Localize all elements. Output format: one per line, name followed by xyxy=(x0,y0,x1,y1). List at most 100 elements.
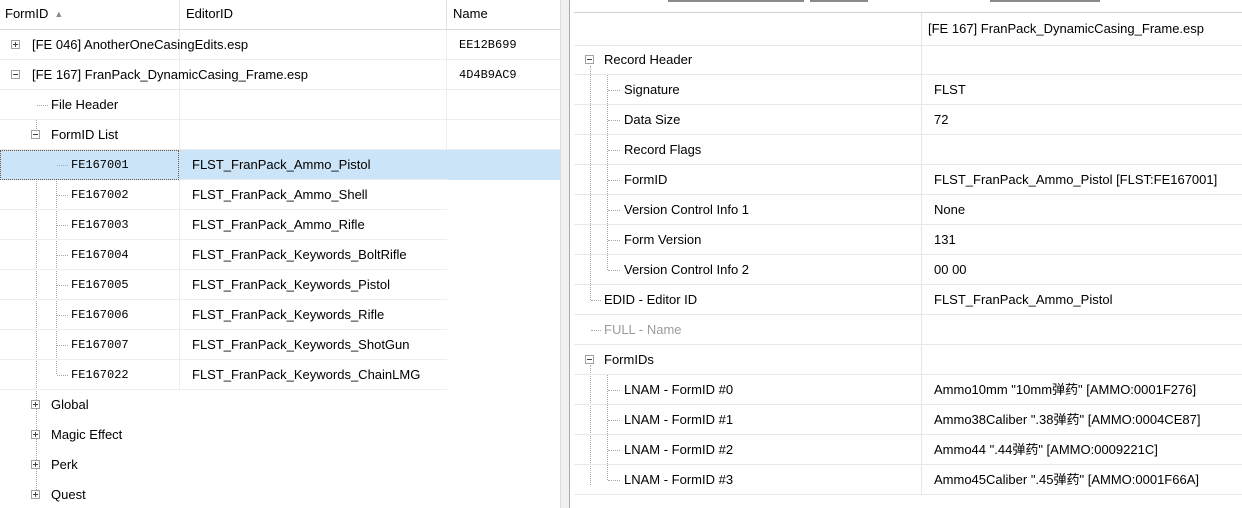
pane-splitter[interactable] xyxy=(560,0,570,508)
group-label: FormID List xyxy=(51,127,119,142)
field-label: Data Size xyxy=(624,112,681,127)
tree-line xyxy=(57,315,68,316)
field-value[interactable]: 131 xyxy=(934,225,956,255)
field-label: LNAM - FormID #0 xyxy=(624,382,734,397)
record-formid: FE167007 xyxy=(71,338,129,352)
field-value[interactable]: Ammo38Caliber ".38弹药" [AMMO:0004CE87] xyxy=(934,405,1200,435)
tree-row-record[interactable]: FE167003 FLST_FranPack_Ammo_Rifle xyxy=(0,210,560,240)
tree-row-record[interactable]: FE167022 FLST_FranPack_Keywords_ChainLMG xyxy=(0,360,560,390)
tree-line xyxy=(57,165,68,166)
field-row-version-control-2[interactable]: Version Control Info 2 00 00 xyxy=(574,255,1242,285)
column-header-formid[interactable]: FormID ▲ xyxy=(0,0,180,29)
record-editorid: FLST_FranPack_Keywords_ChainLMG xyxy=(192,367,421,382)
record-formid: FE167022 xyxy=(71,368,129,382)
expand-plus-icon[interactable] xyxy=(11,40,20,49)
tree-row-record-selected[interactable]: FE167001 FLST_FranPack_Ammo_Pistol xyxy=(0,150,560,180)
field-value[interactable]: Ammo10mm "10mm弹药" [AMMO:0001F276] xyxy=(934,375,1196,405)
field-row-data-size[interactable]: Data Size 72 xyxy=(574,105,1242,135)
field-row-lnam[interactable]: LNAM - FormID #1 Ammo38Caliber ".38弹药" [… xyxy=(574,405,1242,435)
field-value[interactable]: None xyxy=(934,195,965,225)
tree-line xyxy=(608,480,620,481)
record-editorid: FLST_FranPack_Ammo_Rifle xyxy=(192,217,365,232)
tree-row-record[interactable]: FE167006 FLST_FranPack_Keywords_Rifle xyxy=(0,300,560,330)
expand-plus-icon[interactable] xyxy=(31,490,40,499)
record-view-pane[interactable]: [FE 167] FranPack_DynamicCasing_Frame.es… xyxy=(570,0,1242,508)
field-label: Version Control Info 1 xyxy=(624,202,750,217)
field-row-full-name[interactable]: FULL - Name xyxy=(574,315,1242,345)
tree-row-record[interactable]: FE167005 FLST_FranPack_Keywords_Pistol xyxy=(0,270,560,300)
tree-line xyxy=(608,390,620,391)
field-row-formid[interactable]: FormID FLST_FranPack_Ammo_Pistol [FLST:F… xyxy=(574,165,1242,195)
field-row-version-control-1[interactable]: Version Control Info 1 None xyxy=(574,195,1242,225)
field-row-lnam[interactable]: LNAM - FormID #3 Ammo45Caliber ".45弹药" [… xyxy=(574,465,1242,495)
collapse-minus-icon[interactable] xyxy=(585,355,594,364)
column-header-name[interactable]: Name xyxy=(447,0,560,29)
record-editorid: FLST_FranPack_Keywords_Rifle xyxy=(192,307,385,322)
collapse-minus-icon[interactable] xyxy=(585,55,594,64)
tree-row-record[interactable]: FE167007 FLST_FranPack_Keywords_ShotGun xyxy=(0,330,560,360)
column-header-editorid[interactable]: EditorID xyxy=(180,0,447,29)
field-row-signature[interactable]: Signature FLST xyxy=(574,75,1242,105)
record-editorid: FLST_FranPack_Keywords_BoltRifle xyxy=(192,247,407,262)
field-row-lnam[interactable]: LNAM - FormID #2 Ammo44 ".44弹药" [AMMO:00… xyxy=(574,435,1242,465)
tree-line xyxy=(608,450,620,451)
collapse-minus-icon[interactable] xyxy=(31,130,40,139)
tree-line xyxy=(57,285,68,286)
field-row-record-flags[interactable]: Record Flags xyxy=(574,135,1242,165)
field-label: EDID - Editor ID xyxy=(604,292,698,307)
tree-row-group-global[interactable]: Global xyxy=(0,390,560,420)
record-tree-pane[interactable]: FormID ▲ EditorID Name [FE 046] AnotherOn… xyxy=(0,0,560,508)
record-formid: FE167006 xyxy=(71,308,129,322)
expand-plus-icon[interactable] xyxy=(31,460,40,469)
tree-line xyxy=(608,240,620,241)
field-value[interactable]: Ammo45Caliber ".45弹药" [AMMO:0001F66A] xyxy=(934,465,1199,495)
record-formid: FE167002 xyxy=(71,188,129,202)
expand-plus-icon[interactable] xyxy=(31,430,40,439)
tree-row-group-magic-effect[interactable]: Magic Effect xyxy=(0,420,560,450)
field-value[interactable]: FLST xyxy=(934,75,966,105)
field-label: LNAM - FormID #1 xyxy=(624,412,734,427)
tree-line xyxy=(608,120,620,121)
plugin-label: [FE 167] FranPack_DynamicCasing_Frame.es… xyxy=(32,67,309,82)
tree-row-plugin[interactable]: [FE 046] AnotherOneCasingEdits.esp EE12B… xyxy=(0,30,560,60)
record-header-row[interactable]: Record Header xyxy=(574,45,1242,75)
field-row-lnam[interactable]: LNAM - FormID #0 Ammo10mm "10mm弹药" [AMMO… xyxy=(574,375,1242,405)
tree-line xyxy=(57,255,68,256)
tree-row-record[interactable]: FE167004 FLST_FranPack_Keywords_BoltRifl… xyxy=(0,240,560,270)
tree-row-file-header[interactable]: File Header xyxy=(0,90,560,120)
field-label: Signature xyxy=(624,82,680,97)
tree-line xyxy=(57,375,68,376)
tab-edge[interactable] xyxy=(668,0,804,2)
field-label: LNAM - FormID #2 xyxy=(624,442,734,457)
tree-line xyxy=(37,105,48,106)
tab-edge[interactable] xyxy=(990,0,1100,2)
collapse-minus-icon[interactable] xyxy=(11,70,20,79)
formids-group-row[interactable]: FormIDs xyxy=(574,345,1242,375)
tree-column-header: FormID ▲ EditorID Name xyxy=(0,0,560,30)
field-value[interactable]: FLST_FranPack_Ammo_Pistol xyxy=(934,285,1112,315)
field-value[interactable]: FLST_FranPack_Ammo_Pistol [FLST:FE167001… xyxy=(934,165,1217,195)
field-value[interactable]: Ammo44 ".44弹药" [AMMO:0009221C] xyxy=(934,435,1158,465)
field-row-edid[interactable]: EDID - Editor ID FLST_FranPack_Ammo_Pist… xyxy=(574,285,1242,315)
tree-row-group-quest[interactable]: Quest xyxy=(0,480,560,508)
tree-row-record[interactable]: FE167002 FLST_FranPack_Ammo_Shell xyxy=(0,180,560,210)
field-label: LNAM - FormID #3 xyxy=(624,472,734,487)
field-value[interactable]: 72 xyxy=(934,105,948,135)
plugin-name-value: EE12B699 xyxy=(459,38,517,52)
tree-line xyxy=(608,270,620,271)
record-formid: FE167001 xyxy=(71,158,129,172)
group-label: Quest xyxy=(51,487,86,502)
tab-edge[interactable] xyxy=(810,0,868,2)
plugin-label: [FE 046] AnotherOneCasingEdits.esp xyxy=(32,37,249,52)
tree-line xyxy=(608,180,620,181)
expand-plus-icon[interactable] xyxy=(31,400,40,409)
tree-row-group-perk[interactable]: Perk xyxy=(0,450,560,480)
tree-line xyxy=(608,420,620,421)
field-value[interactable]: 00 00 xyxy=(934,255,967,285)
tree-row-plugin[interactable]: [FE 167] FranPack_DynamicCasing_Frame.es… xyxy=(0,60,560,90)
group-label: File Header xyxy=(51,97,119,112)
field-row-form-version[interactable]: Form Version 131 xyxy=(574,225,1242,255)
tree-row-formid-list[interactable]: FormID List xyxy=(0,120,560,150)
field-label: Version Control Info 2 xyxy=(624,262,750,277)
tree-line xyxy=(57,195,68,196)
